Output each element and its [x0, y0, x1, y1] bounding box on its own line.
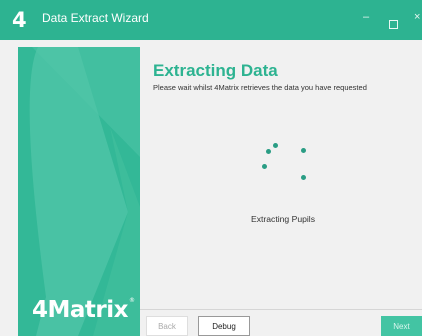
minimize-button[interactable]: –	[363, 11, 369, 23]
spinner-dot	[273, 143, 278, 148]
window-title: Data Extract Wizard	[42, 11, 149, 25]
brand-logo: 4Matrix®	[32, 297, 135, 323]
sidebar-panel: 4Matrix®	[18, 47, 140, 336]
back-button[interactable]: Back	[146, 316, 188, 336]
footer-divider	[140, 309, 422, 310]
close-button[interactable]: ×	[414, 11, 420, 23]
title-bar: 4 Data Extract Wizard – ×	[0, 0, 422, 40]
spinner-dot	[262, 164, 267, 169]
page-subheading: Please wait whilst 4Matrix retrieves the…	[153, 83, 367, 92]
spinner-dot	[266, 149, 271, 154]
maximize-button[interactable]	[389, 20, 398, 29]
next-button[interactable]: Next	[381, 316, 422, 336]
loading-spinner	[250, 136, 320, 196]
debug-button[interactable]: Debug	[198, 316, 250, 336]
spinner-dot	[301, 175, 306, 180]
spinner-dot	[301, 148, 306, 153]
page-heading: Extracting Data	[153, 61, 278, 80]
app-logo: 4	[12, 8, 27, 32]
sidebar-arrow-graphic	[29, 47, 140, 336]
status-text: Extracting Pupils	[251, 214, 316, 224]
